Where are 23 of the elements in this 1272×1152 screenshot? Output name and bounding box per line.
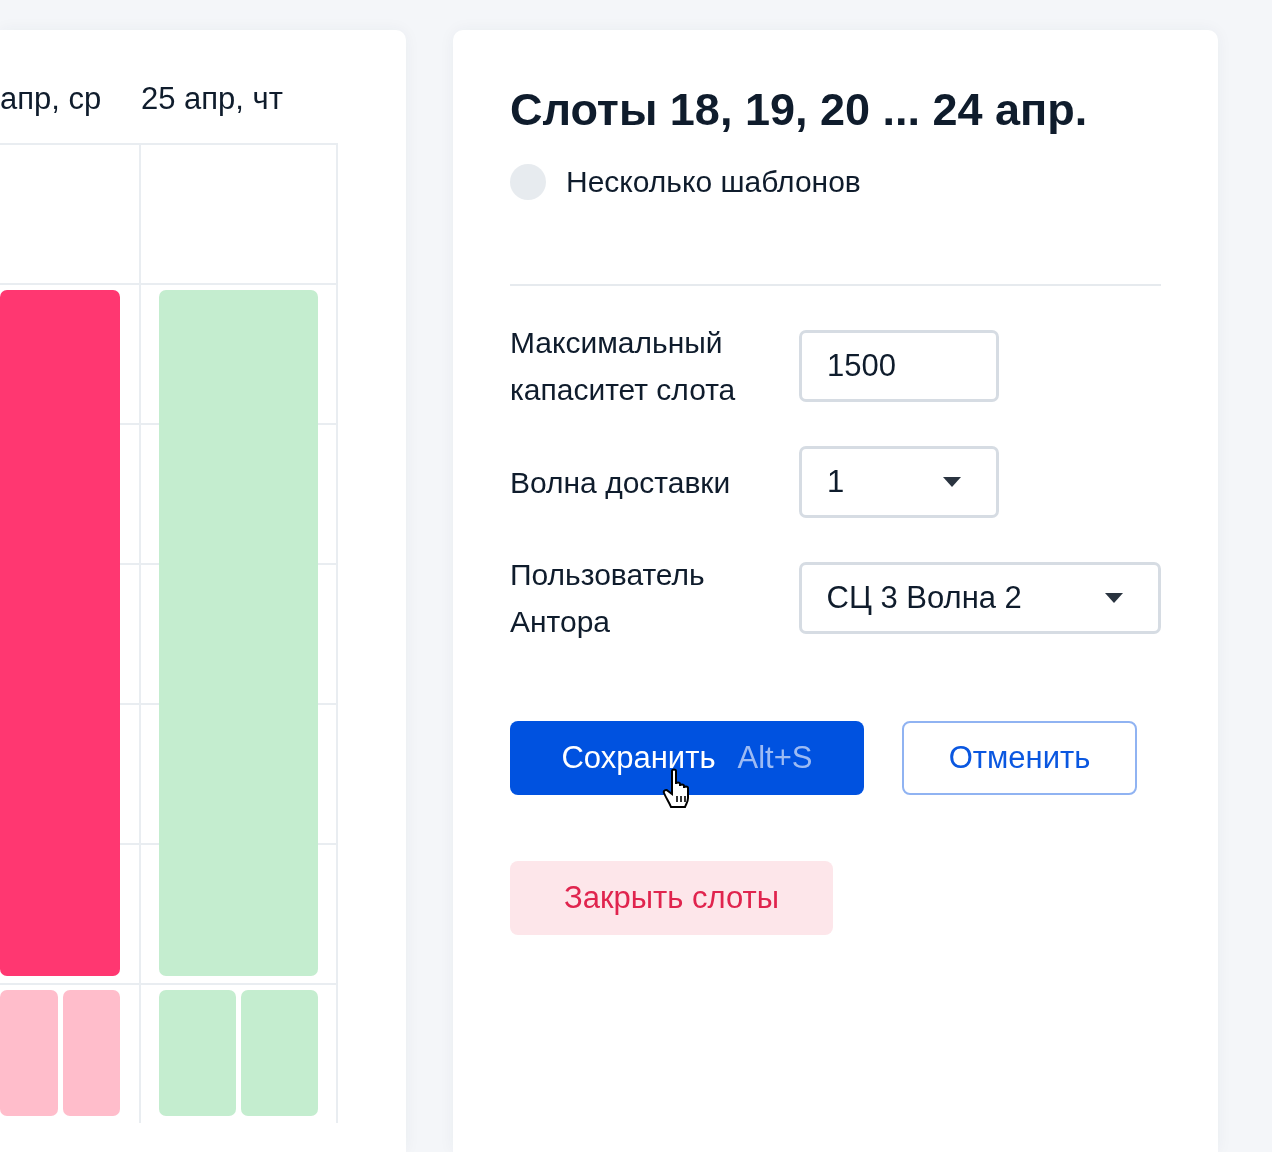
cancel-button[interactable]: Отменить — [902, 721, 1137, 795]
panel-title: Слоты 18, 19, 20 ... 24 апр. — [510, 83, 1089, 137]
time-slot[interactable] — [0, 290, 120, 976]
time-slot[interactable] — [62, 990, 120, 1116]
time-slot[interactable] — [159, 990, 236, 1116]
field-label: Пользователь Антора — [510, 557, 706, 640]
field-label: Максимальный капаситет слота — [510, 325, 737, 408]
toggle-switch[interactable] — [510, 164, 546, 200]
caret-icon — [1104, 592, 1124, 604]
field-label: Волна доставки — [510, 464, 732, 501]
save-button[interactable]: Сохранить Alt+S — [510, 721, 864, 795]
close-slots-button[interactable]: Закрыть слоты — [510, 861, 833, 935]
time-slot[interactable] — [241, 990, 318, 1116]
shortcut-hint: Alt+S — [737, 740, 813, 776]
input-field[interactable]: 1500 — [799, 330, 999, 402]
time-slot[interactable] — [159, 290, 318, 976]
day-header: 25 апр, чт — [141, 81, 283, 118]
select-field[interactable]: 1 — [799, 446, 999, 518]
time-slot[interactable] — [0, 990, 58, 1116]
select-field[interactable]: СЦ 3 Волна 2 — [798, 562, 1161, 634]
toggle-label: Несколько шаблонов — [566, 165, 861, 199]
day-header: апр, ср — [0, 81, 103, 118]
caret-icon — [942, 476, 962, 488]
